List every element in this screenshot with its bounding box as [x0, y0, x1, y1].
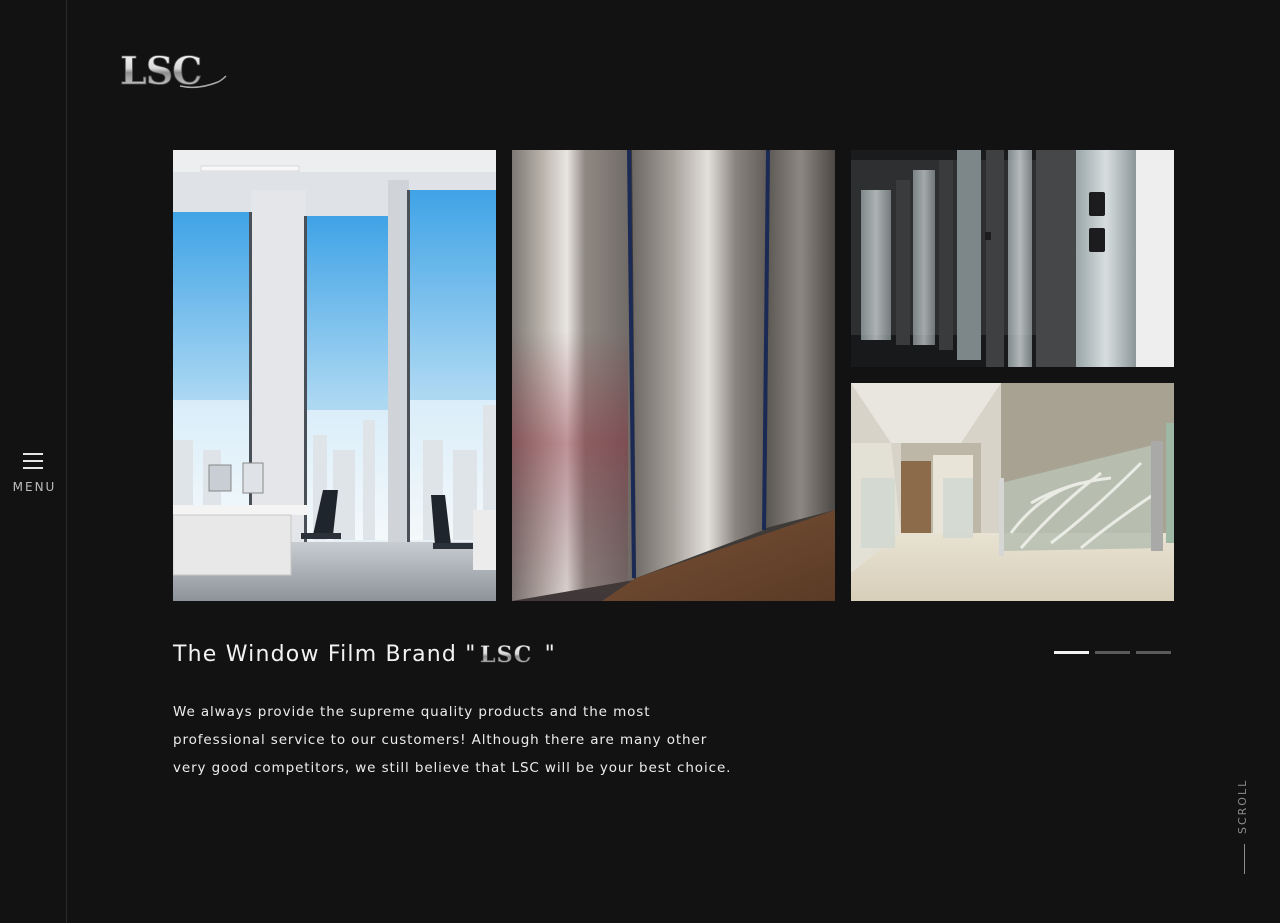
hero-title: The Window Film Brand " LSC " [173, 636, 556, 672]
carousel-dot-2[interactable] [1095, 651, 1130, 654]
hero-title-logo: LSC [479, 642, 532, 668]
svg-text:LSC: LSC [480, 642, 532, 668]
corridor-glass-railing-image [851, 383, 1174, 601]
gallery-image-steel[interactable] [512, 150, 835, 601]
office-window-image [173, 150, 496, 601]
gallery-image-restroom[interactable] [851, 150, 1174, 367]
gallery-image-corridor[interactable] [851, 383, 1174, 601]
carousel-dot-3[interactable] [1136, 651, 1171, 654]
logo-text: LSC [120, 48, 201, 93]
carousel-dot-1[interactable] [1054, 651, 1089, 654]
side-rail: MENU [0, 0, 67, 923]
brand-logo[interactable]: LSC [118, 46, 230, 94]
scroll-line [1244, 844, 1245, 874]
page: MENU LSC The Window Film Brand " LSC " W… [0, 0, 1280, 923]
restroom-partitions-image [851, 150, 1174, 367]
scroll-label: SCROLL [1236, 778, 1249, 834]
brushed-steel-partition-image [512, 150, 835, 601]
scroll-indicator[interactable]: SCROLL [1232, 770, 1258, 880]
hamburger-icon[interactable] [23, 453, 43, 469]
hero-title-prefix: The Window Film Brand " [173, 641, 477, 667]
menu-label[interactable]: MENU [0, 480, 69, 494]
gallery-image-office[interactable] [173, 150, 496, 601]
menu-button[interactable]: MENU [0, 451, 67, 497]
hero-title-suffix: " [544, 641, 556, 667]
carousel-pagination [1054, 651, 1174, 655]
hero-description: We always provide the supreme quality pr… [173, 704, 732, 776]
